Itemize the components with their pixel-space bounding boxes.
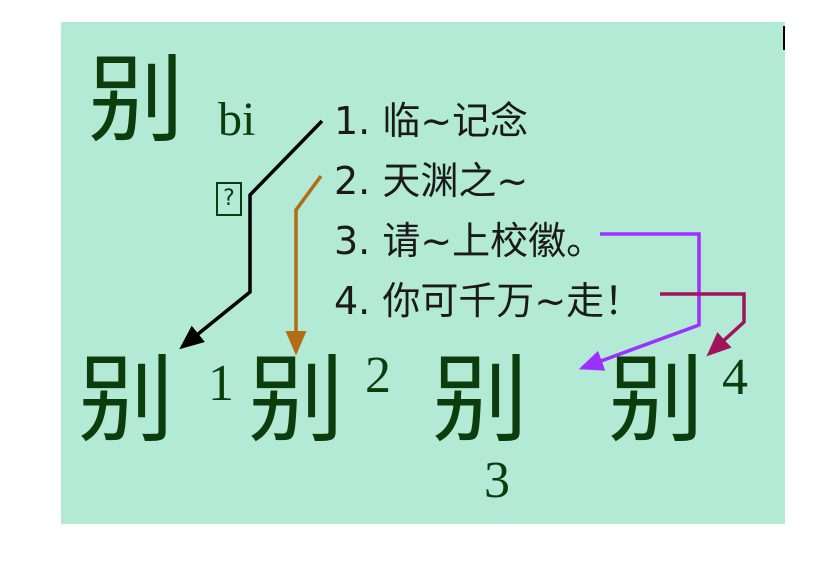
arrow-meaning-4-to-char-4: [660, 292, 746, 357]
arrows-layer: [179, 119, 746, 371]
arrow-meaning-1-to-char-1: [179, 119, 324, 350]
arrow-meaning-3-to-char-3: [578, 232, 701, 371]
arrow-meaning-2-to-char-2: [285, 174, 323, 356]
